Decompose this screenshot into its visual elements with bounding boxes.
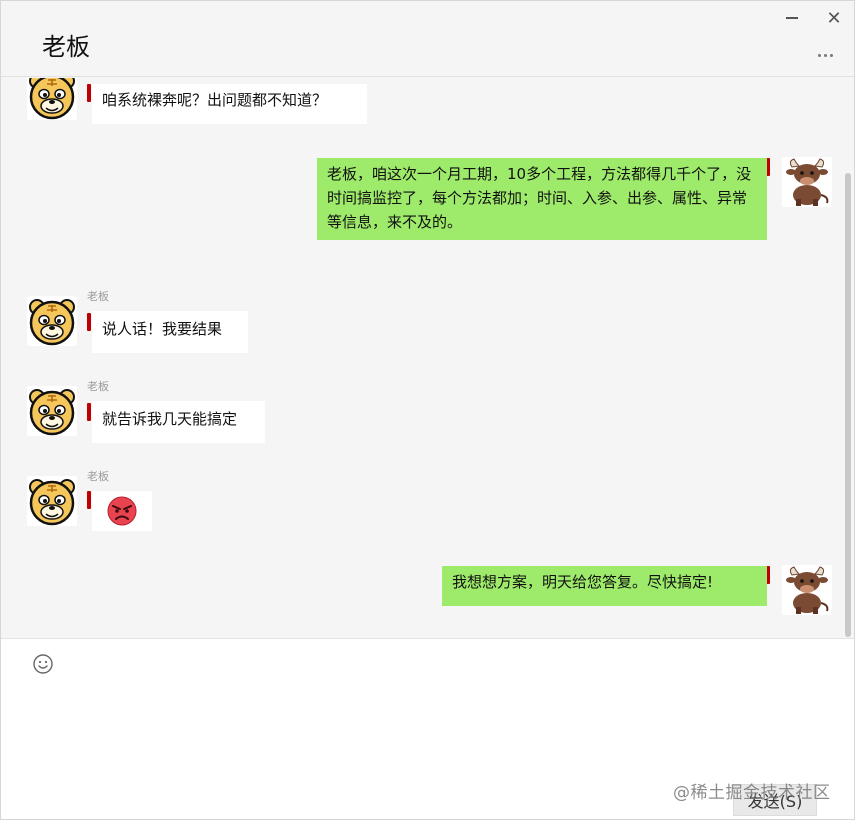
chat-window: 老板 ✕ 咱系统裸奔呢？出问题都不知道？ 老板，咱这次一个月工期，10多个工程，… xyxy=(0,0,855,820)
sender-name: 老板 xyxy=(87,290,109,303)
minimize-button[interactable] xyxy=(780,7,804,29)
message-marker xyxy=(87,403,91,421)
message-bubble[interactable]: 老板，咱这次一个月工期，10多个工程，方法都得几千个了，没时间搞监控了，每个方法… xyxy=(317,158,767,240)
more-icon xyxy=(817,53,821,57)
close-button[interactable]: ✕ xyxy=(822,7,846,29)
tiger-icon xyxy=(27,296,77,346)
smiley-icon xyxy=(33,654,53,674)
message-marker xyxy=(87,313,91,331)
chat-title: 老板 xyxy=(42,33,90,61)
sender-name: 老板 xyxy=(87,380,109,393)
self-avatar[interactable] xyxy=(782,565,832,615)
tiger-icon xyxy=(27,386,77,436)
boss-avatar[interactable] xyxy=(27,296,77,346)
message-marker xyxy=(87,491,91,509)
more-options-button[interactable] xyxy=(811,45,839,65)
message-bubble[interactable]: 就告诉我几天能搞定 xyxy=(92,401,265,443)
sender-name: 老板 xyxy=(87,470,109,483)
message-list[interactable]: 咱系统裸奔呢？出问题都不知道？ 老板，咱这次一个月工期，10多个工程，方法都得几… xyxy=(1,78,854,638)
close-icon: ✕ xyxy=(826,7,842,29)
bull-icon xyxy=(782,565,832,615)
watermark: @稀土掘金技术社区 xyxy=(673,783,831,803)
boss-avatar[interactable] xyxy=(27,78,77,120)
input-area: 发送(S) @稀土掘金技术社区 xyxy=(1,638,854,819)
message-input[interactable] xyxy=(31,683,821,773)
message-marker xyxy=(87,84,91,102)
tiger-icon xyxy=(27,476,77,526)
angry-face-icon xyxy=(107,496,137,526)
message-bubble[interactable]: 咱系统裸奔呢？出问题都不知道？ xyxy=(92,84,367,124)
scrollbar[interactable] xyxy=(845,173,851,637)
boss-avatar[interactable] xyxy=(27,386,77,436)
self-avatar[interactable] xyxy=(782,157,832,207)
sticker-bubble[interactable] xyxy=(92,491,152,531)
bull-icon xyxy=(782,157,832,207)
minimize-icon xyxy=(786,17,798,19)
message-bubble[interactable]: 我想想方案，明天给您答复。尽快搞定! xyxy=(442,566,767,606)
emoji-button[interactable] xyxy=(32,653,54,675)
chat-header: 老板 ✕ xyxy=(1,1,854,77)
tiger-icon xyxy=(27,78,77,120)
boss-avatar[interactable] xyxy=(27,476,77,526)
message-bubble[interactable]: 说人话！我要结果 xyxy=(92,311,248,353)
